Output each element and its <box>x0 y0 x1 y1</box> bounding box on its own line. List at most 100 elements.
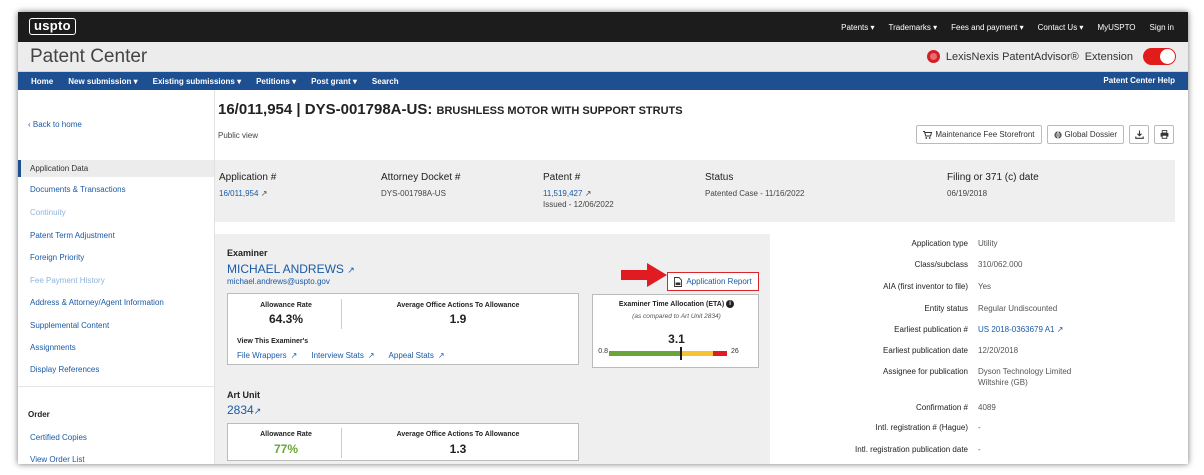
uspto-logo[interactable]: uspto <box>29 18 76 35</box>
nav-search[interactable]: Search <box>372 77 399 86</box>
application-report-button[interactable]: Application Report <box>667 272 759 291</box>
app-title: Patent Center <box>30 46 148 67</box>
nav-fees[interactable]: Fees and payment ▾ <box>951 23 1024 32</box>
publication-link[interactable]: US 2018-0363679 A1 ↗ <box>978 325 1063 334</box>
sidebar-item-order-list[interactable]: View Order List <box>18 451 214 464</box>
nav-new-submission[interactable]: New submission ▾ <box>68 77 137 86</box>
summary-docket: Attorney Docket # DYS-001798A-US <box>381 172 460 198</box>
sidebar-item-address[interactable]: Address & Attorney/Agent Information <box>18 294 214 311</box>
sidebar-item-references[interactable]: Display References <box>18 361 214 378</box>
examiner-avg-oa-label: Average Office Actions To Allowance <box>396 302 520 309</box>
sidebar-item-documents[interactable]: Documents & Transactions <box>18 181 214 198</box>
external-link-icon: ↗ <box>1056 325 1064 334</box>
appeal-stats-link[interactable]: Appeal Stats ↗ <box>389 351 445 360</box>
nav-myuspto[interactable]: MyUSPTO <box>1097 23 1135 32</box>
status-value: Patented Case - 11/16/2022 <box>705 189 805 198</box>
title-application: 16/011,954 | DYS-001798A-US: <box>218 101 433 118</box>
filing-date: 06/19/2018 <box>947 189 988 198</box>
application-number: 16/011,954 <box>219 189 259 198</box>
nav-contact[interactable]: Contact Us ▾ <box>1038 23 1084 32</box>
sidebar-item-supplemental[interactable]: Supplemental Content <box>18 317 214 334</box>
summary-filing: Filing or 371 (c) date 06/19/2018 <box>947 172 1039 198</box>
patent-label: Patent # <box>543 172 581 183</box>
interview-stats-link[interactable]: Interview Stats ↗ <box>311 351 374 360</box>
detail-value: US 2018-0363679 A1 <box>978 325 1055 334</box>
info-icon[interactable]: i <box>726 300 735 308</box>
patent-issued: Issued - 12/06/2022 <box>543 200 614 209</box>
detail-key: Assignee for publication <box>883 367 968 376</box>
docket-label: Attorney Docket # <box>381 172 461 183</box>
extension-toggle[interactable] <box>1143 48 1176 65</box>
sidebar-item-fee-history: Fee Payment History <box>30 276 105 285</box>
download-button[interactable] <box>1129 125 1149 144</box>
detail-value: Yes <box>978 282 992 291</box>
nav-post-grant[interactable]: Post grant ▾ <box>311 77 357 86</box>
detail-key: Class/subclass <box>914 260 968 269</box>
examiner-email[interactable]: michael.andrews@uspto.gov <box>227 277 330 286</box>
nav-help[interactable]: Patent Center Help <box>1103 72 1175 90</box>
detail-key: Confirmation # <box>915 403 968 412</box>
nav-sign-in[interactable]: Sign in <box>1150 23 1174 32</box>
docket-number: DYS-001798A-US <box>381 189 446 198</box>
lexisnexis-extension: LexisNexis PatentAdvisor® Extension <box>926 48 1176 65</box>
sidebar-item-application-data[interactable]: Application Data <box>18 160 214 177</box>
global-dossier-button[interactable]: Global Dossier <box>1046 125 1124 144</box>
back-label: Back to home <box>32 120 82 129</box>
detail-value: 4089 <box>978 403 996 412</box>
sidebar-item-continuity: Continuity <box>30 208 66 217</box>
detail-value-location: Wiltshire (GB) <box>978 378 1028 387</box>
external-link-icon: ↗ <box>437 351 445 360</box>
summary-status: Status Patented Case - 11/16/2022 <box>705 172 804 198</box>
art-unit-link[interactable]: 2834↗ <box>227 403 261 417</box>
eta-bar <box>609 351 727 356</box>
examiner-name-link[interactable]: MICHAEL ANDREWS ↗ <box>227 262 355 276</box>
print-button[interactable] <box>1154 125 1174 144</box>
eta-box: Examiner Time Allocation (ETA) i (as com… <box>592 294 759 368</box>
nav-trademarks[interactable]: Trademarks ▾ <box>889 23 938 32</box>
stats-divider <box>341 428 342 458</box>
nav-petitions[interactable]: Petitions ▾ <box>256 77 296 86</box>
sidebar-item-certified-copies[interactable]: Certified Copies <box>18 429 214 446</box>
detail-value: Regular Undiscounted <box>978 304 1058 313</box>
nav-existing-submissions[interactable]: Existing submissions ▾ <box>153 77 241 86</box>
document-icon <box>674 276 683 287</box>
detail-value: Dyson Technology Limited <box>978 367 1072 376</box>
art-unit-allowance-label: Allowance Rate <box>260 431 312 438</box>
action-buttons: Maintenance Fee Storefront Global Dossie… <box>916 125 1174 144</box>
nav-patents[interactable]: Patents ▾ <box>841 23 874 32</box>
sidebar-divider <box>18 386 214 387</box>
examiner-links: File Wrappers ↗ Interview Stats ↗ Appeal S… <box>237 351 445 360</box>
file-wrappers-link[interactable]: File Wrappers ↗ <box>237 351 297 360</box>
detail-key: Intl. registration # (Hague) <box>875 423 969 432</box>
examiner-allowance-rate: 64.3% <box>268 312 304 326</box>
sidebar-item-assignments[interactable]: Assignments <box>18 339 214 356</box>
eta-min: 0.8 <box>598 348 608 355</box>
sidebar-item-patent-term[interactable]: Patent Term Adjustment <box>18 227 214 244</box>
cart-icon <box>923 130 933 139</box>
application-label: Application # <box>219 172 277 183</box>
main-nav: Home New submission ▾ Existing submissio… <box>18 72 1188 90</box>
file-wrappers-label: File Wrappers <box>237 351 287 360</box>
extension-brand: LexisNexis PatentAdvisor® <box>945 50 1079 63</box>
sidebar: ‹ Back to home Application Data Document… <box>18 90 215 464</box>
eta-title-row: Examiner Time Allocation (ETA) i <box>593 300 760 308</box>
detail-value: - <box>978 445 981 454</box>
global-nav: Patents ▾ Trademarks ▾ Fees and payment … <box>841 12 1174 42</box>
lexisnexis-logo-icon <box>926 50 940 63</box>
eta-subtitle: (as compared to Art Unit 2834) <box>632 313 721 320</box>
external-link-icon: ↗ <box>347 265 355 275</box>
external-link-icon: ↗ <box>253 406 262 416</box>
detail-key: AIA (first inventor to file) <box>883 282 968 291</box>
nav-home[interactable]: Home <box>31 77 53 86</box>
art-unit-number: 2834 <box>227 403 254 417</box>
art-unit-allowance-rate: 77% <box>273 442 299 456</box>
extension-label: Extension <box>1084 50 1133 63</box>
patent-link[interactable]: 11,519,427 ↗ <box>543 189 614 198</box>
download-icon <box>1134 130 1144 139</box>
back-to-home-link[interactable]: ‹ Back to home <box>28 120 82 129</box>
globe-icon <box>1053 130 1062 139</box>
application-link[interactable]: 16/011,954 ↗ <box>219 189 276 198</box>
sidebar-item-foreign-priority[interactable]: Foreign Priority <box>18 249 214 266</box>
filing-label: Filing or 371 (c) date <box>947 172 1039 183</box>
maintenance-fee-button[interactable]: Maintenance Fee Storefront <box>916 125 1042 144</box>
